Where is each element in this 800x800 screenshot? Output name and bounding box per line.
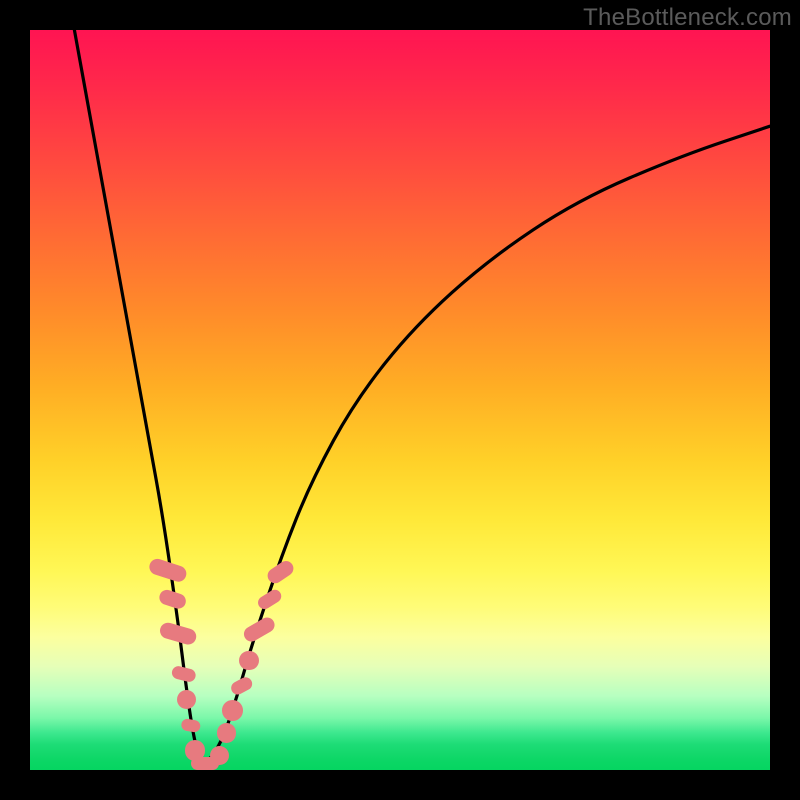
bead-marker [177,690,196,709]
bead-marker [229,675,255,697]
bead-marker [222,700,243,721]
bead-markers [30,30,770,770]
chart-frame: TheBottleneck.com [0,0,800,800]
bead-marker [256,587,284,612]
bead-marker [264,558,296,586]
watermark-text: TheBottleneck.com [583,4,792,32]
bead-marker [158,589,188,611]
bead-marker [239,651,258,670]
bead-marker [148,557,190,584]
bead-marker [171,664,197,683]
plot-area [30,30,770,770]
bead-marker [217,723,236,742]
bead-marker [158,620,198,646]
bead-marker [210,746,229,765]
bead-marker [242,615,278,644]
bead-marker [180,718,201,733]
